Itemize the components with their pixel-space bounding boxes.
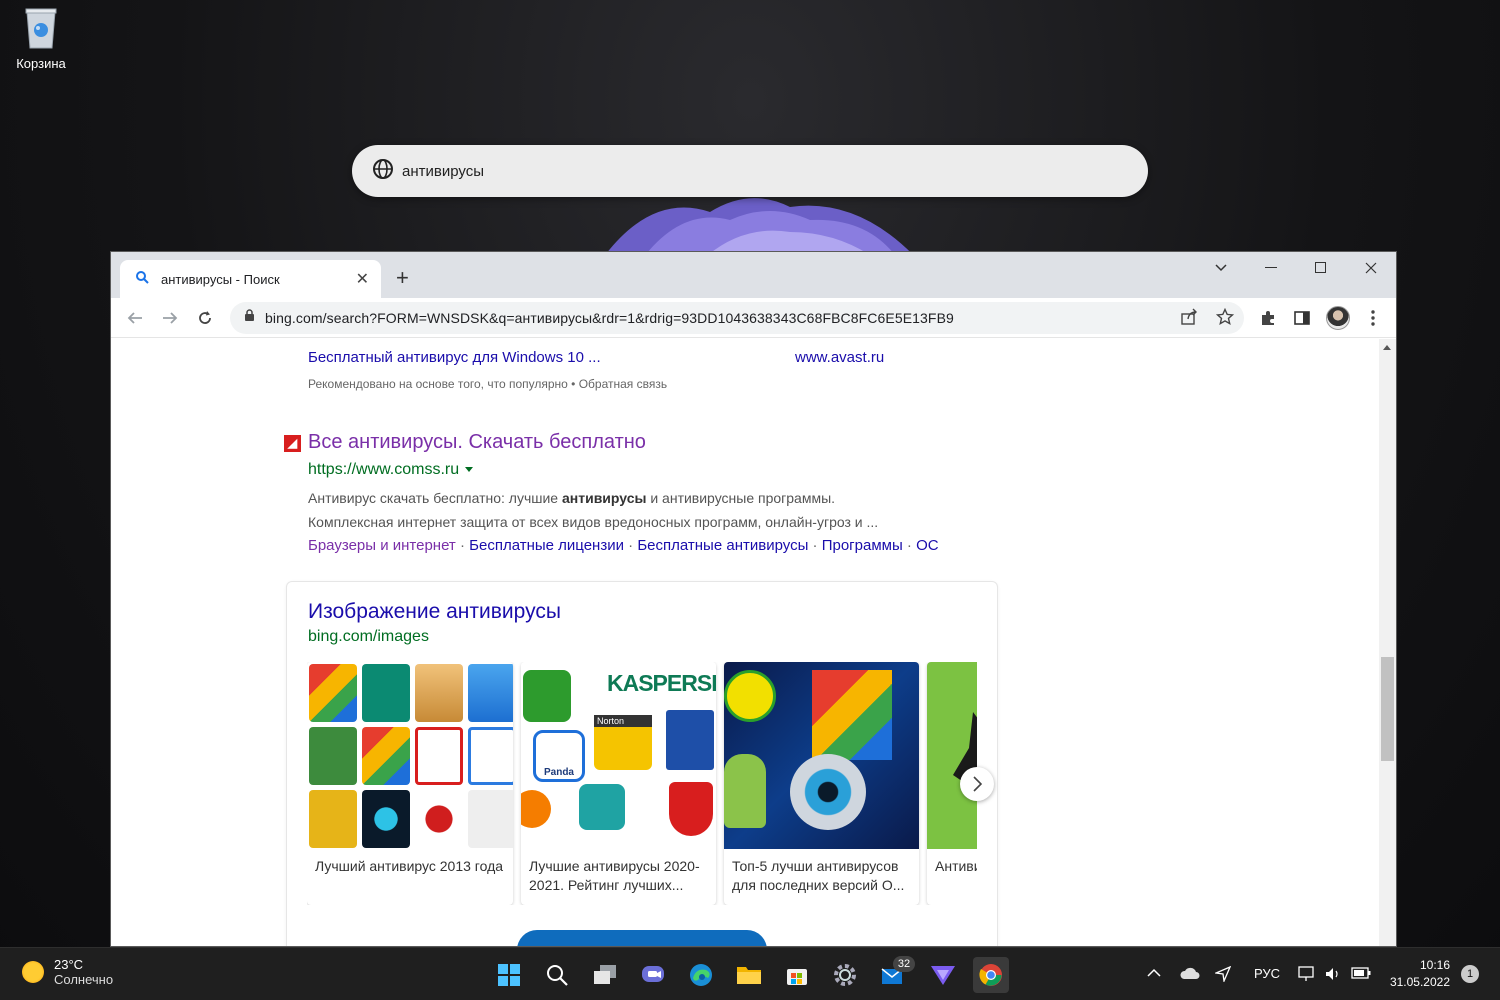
image-thumbnail (724, 662, 919, 849)
weather-widget[interactable]: 23°C Солнечно (22, 957, 113, 987)
globe-icon (372, 158, 394, 185)
chrome-taskbar-icon[interactable] (973, 957, 1009, 993)
volume-icon[interactable] (1324, 966, 1342, 985)
vpn-app-icon[interactable] (925, 957, 961, 993)
result-url[interactable]: https://www.comss.ru (308, 461, 474, 479)
recycle-bin-label: Корзина (16, 56, 66, 71)
close-window-button[interactable] (1346, 252, 1396, 284)
image-tile[interactable]: Лучший антивирус 2013 года (307, 662, 513, 905)
onedrive-cloud-icon[interactable] (1180, 966, 1200, 983)
image-tile[interactable]: Топ-5 лучши антивирусов для последних ве… (724, 662, 919, 905)
tab-search-chevron-icon[interactable] (1196, 252, 1246, 284)
page-scrollbar[interactable] (1379, 339, 1396, 946)
new-tab-button[interactable]: + (396, 267, 409, 289)
input-language[interactable]: РУС (1254, 966, 1280, 981)
recycle-bin-desktop-icon[interactable]: Корзина (10, 6, 72, 71)
share-icon[interactable] (1180, 308, 1198, 331)
image-thumbnail (927, 662, 977, 849)
settings-gear-icon[interactable] (827, 957, 863, 993)
images-heading-link[interactable]: Изображение антивирусы (308, 600, 561, 624)
kaspersky-logo: KASPERSKY (607, 670, 716, 696)
image-caption: Антиви (935, 858, 977, 874)
scrollbar-thumb[interactable] (1381, 657, 1394, 761)
result-title-link[interactable]: Все антивирусы. Скачать бесплатно (308, 431, 646, 454)
lock-icon[interactable] (244, 309, 255, 327)
minimize-button[interactable] (1246, 252, 1296, 284)
page-content: Бесплатный антивирус для Windows 10 ... … (111, 339, 1379, 946)
network-icon[interactable] (1298, 966, 1316, 985)
extensions-puzzle-icon[interactable] (1256, 306, 1280, 330)
panda-logo: Panda (533, 730, 585, 782)
scroll-up-arrow-icon[interactable] (1383, 345, 1391, 350)
url-dropdown-caret-icon[interactable] (465, 467, 474, 473)
sitelink-browsers[interactable]: Браузеры и интернет (308, 537, 456, 554)
recommended-link-right[interactable]: www.avast.ru (795, 349, 884, 366)
comss-favicon-icon: ◢ (284, 435, 301, 452)
edge-browser-icon[interactable] (683, 957, 719, 993)
browser-toolbar: bing.com/search?FORM=WNSDSK&q=антивирусы… (111, 298, 1396, 338)
sitelink-os[interactable]: ОС (916, 537, 939, 554)
tab-title: антивирусы - Поиск (161, 271, 280, 287)
file-explorer-icon[interactable] (731, 957, 767, 993)
microsoft-store-icon[interactable] (779, 957, 815, 993)
sitelink-programs[interactable]: Программы (822, 537, 903, 554)
image-thumbnail (307, 662, 513, 849)
location-arrow-icon[interactable] (1213, 965, 1232, 985)
clock-date: 31.05.2022 (1389, 975, 1450, 989)
images-strip: Лучший антивирус 2013 года KASPERSKY Pan… (307, 662, 977, 905)
clock-time: 10:16 (1419, 958, 1450, 972)
address-bar[interactable]: bing.com/search?FORM=WNSDSK&q=антивирусы… (230, 302, 1244, 334)
battery-icon[interactable] (1351, 966, 1371, 983)
taskbar: 23°C Солнечно 32 РУС 10:16 31.05.2022 1 (0, 947, 1500, 1000)
start-windows-icon[interactable] (491, 957, 527, 993)
chat-teams-icon[interactable] (635, 957, 671, 993)
tab-strip: антивирусы - Поиск ✕ + (111, 252, 1396, 298)
recycle-bin-icon (24, 6, 58, 50)
windows-search-query[interactable]: антивирусы (402, 163, 484, 180)
image-tile[interactable]: KASPERSKY Panda Norton Лучшие антивирусы… (521, 662, 716, 905)
mail-badge-count: 32 (893, 956, 915, 972)
sitelink-free-antivirus[interactable]: Бесплатные антивирусы (637, 537, 808, 554)
windows-search-box[interactable]: антивирусы (352, 145, 1148, 197)
image-thumbnail: KASPERSKY Panda Norton (521, 662, 716, 849)
chrome-window: антивирусы - Поиск ✕ + bing.com/search?F… (110, 251, 1397, 947)
images-card: Изображение антивирусы bing.com/images Л… (286, 581, 998, 946)
image-caption: Лучшие антивирусы 2020-2021. Рейтинг луч… (529, 858, 700, 893)
menu-kebab-icon[interactable] (1361, 306, 1385, 330)
sun-icon (22, 961, 44, 983)
notification-count-badge[interactable]: 1 (1461, 965, 1479, 983)
weather-desc: Солнечно (54, 972, 114, 987)
side-panel-icon[interactable] (1290, 306, 1314, 330)
back-arrow-icon[interactable] (121, 304, 149, 332)
bookmark-star-icon[interactable] (1215, 307, 1235, 331)
close-tab-icon[interactable]: ✕ (356, 269, 369, 289)
image-caption: Лучший антивирус 2013 года (315, 858, 504, 874)
taskbar-clock[interactable]: 10:16 31.05.2022 (1388, 957, 1450, 991)
carousel-next-chevron-icon[interactable] (960, 767, 994, 801)
maximize-button[interactable] (1296, 252, 1346, 284)
tab-bing-search[interactable]: антивирусы - Поиск ✕ (120, 260, 381, 298)
task-view-icon[interactable] (587, 957, 623, 993)
taskbar-search-icon[interactable] (539, 957, 575, 993)
images-source-link[interactable]: bing.com/images (308, 628, 429, 646)
profile-avatar[interactable] (1326, 306, 1350, 330)
sitelink-free-licenses[interactable]: Бесплатные лицензии (469, 537, 624, 554)
result-snippet: Антивирус скачать бесплатно: лучшие анти… (308, 490, 879, 530)
see-more-images-button[interactable] (517, 930, 767, 946)
recommended-note: Рекомендовано на основе того, что популя… (308, 377, 668, 391)
reload-icon[interactable] (191, 304, 219, 332)
weather-temp: 23°C (54, 957, 84, 972)
image-caption: Топ-5 лучши антивирусов для последних ве… (732, 858, 905, 893)
recommended-link-left[interactable]: Бесплатный антивирус для Windows 10 ... (308, 349, 601, 366)
search-favicon-icon (135, 270, 149, 289)
forward-arrow-icon[interactable] (156, 304, 184, 332)
result-sitelinks: Браузеры и интернет · Бесплатные лицензи… (308, 537, 939, 554)
show-hidden-icons-chevron-icon[interactable] (1147, 966, 1161, 981)
url-text[interactable]: bing.com/search?FORM=WNSDSK&q=антивирусы… (265, 310, 954, 326)
